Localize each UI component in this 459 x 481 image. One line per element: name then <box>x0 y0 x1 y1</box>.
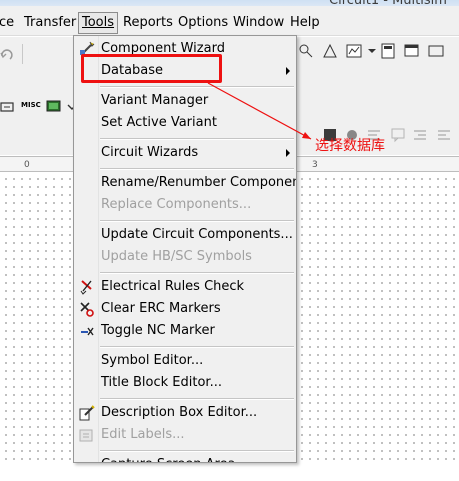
menu-separator <box>100 398 294 400</box>
edit-labels-icon <box>79 429 93 442</box>
misc-component-label[interactable]: MISC <box>21 101 41 109</box>
menu-item-edit-labels[interactable]: Edit Labels... <box>74 424 296 446</box>
menu-item-label: Capture Screen Area <box>101 454 236 462</box>
tools-dropdown-menu: Component Wizard Database Variant Manage… <box>73 35 297 463</box>
ruler-mark-3: 3 <box>312 160 318 170</box>
menu-item-label: Variant Manager <box>101 93 209 108</box>
monitor-icon[interactable] <box>46 99 62 115</box>
rectangle-icon[interactable] <box>428 43 444 59</box>
menu-options-label: Options <box>178 15 229 30</box>
menu-separator <box>100 450 294 452</box>
menu-item-label: Update HB/SC Symbols <box>101 249 252 264</box>
submenu-arrow-icon <box>286 149 290 157</box>
calculator-icon[interactable] <box>380 43 396 59</box>
menu-item-label: Title Block Editor... <box>101 375 222 390</box>
menu-item-label: Toggle NC Marker <box>101 323 215 338</box>
menu-window-label: Window <box>233 15 285 30</box>
dropdown-arrow-icon[interactable] <box>364 43 380 59</box>
menu-reports-label: Reports <box>123 15 173 30</box>
menu-item-label: Set Active Variant <box>101 115 217 130</box>
menu-reports[interactable]: Reports <box>123 15 173 31</box>
submenu-arrow-icon <box>286 67 290 75</box>
menu-separator <box>100 272 294 274</box>
menu-item-update-circuit-components[interactable]: Update Circuit Components... <box>74 224 296 246</box>
menu-item-capture-screen-area[interactable]: Capture Screen Area <box>74 454 296 462</box>
description-box-icon <box>79 405 95 421</box>
menu-window[interactable]: Window <box>233 15 284 31</box>
erc-check-icon <box>80 280 92 295</box>
menu-transfer[interactable]: Transfer <box>24 15 76 31</box>
comment-icon <box>391 128 405 143</box>
menu-bar: ce Transfer Tools Reports Options Window… <box>0 6 459 36</box>
menu-tools-label: Tools <box>82 15 115 30</box>
menu-item-update-hb-sc-symbols[interactable]: Update HB/SC Symbols <box>74 246 296 268</box>
toolbar-separator <box>22 44 23 64</box>
redo-icon[interactable] <box>0 46 16 62</box>
menu-separator <box>100 168 294 170</box>
menu-options[interactable]: Options <box>178 15 228 31</box>
graph-icon[interactable] <box>298 43 314 59</box>
menu-item-toggle-nc-marker[interactable]: Toggle NC Marker <box>74 320 296 342</box>
menu-item-variant-manager[interactable]: Variant Manager <box>74 90 296 112</box>
menu-item-label: Description Box Editor... <box>101 405 258 420</box>
menu-item-label: Update Circuit Components... <box>101 227 293 242</box>
menu-help[interactable]: Help <box>290 15 320 31</box>
indent-icon <box>414 130 426 140</box>
menu-item-description-box-editor[interactable]: Description Box Editor... <box>74 402 296 424</box>
menu-item-label: Replace Components... <box>101 197 252 212</box>
menu-separator <box>100 220 294 222</box>
ruler-mark-0: 0 <box>24 160 30 170</box>
nc-marker-icon <box>81 327 94 336</box>
window-icon[interactable] <box>404 43 420 59</box>
menu-item-circuit-wizards[interactable]: Circuit Wizards <box>74 142 296 164</box>
menu-place[interactable]: ce <box>0 15 14 31</box>
menu-help-label: Help <box>290 15 320 30</box>
menu-separator <box>100 138 294 140</box>
menu-separator <box>100 86 294 88</box>
annotation-label: 选择数据库 <box>315 138 385 154</box>
menu-item-label: Clear ERC Markers <box>101 301 221 316</box>
menu-item-symbol-editor[interactable]: Symbol Editor... <box>74 350 296 372</box>
menu-item-electrical-rules-check[interactable]: Electrical Rules Check <box>74 276 296 298</box>
menu-transfer-label: Transfer <box>24 15 77 30</box>
grapher-icon[interactable] <box>346 43 362 59</box>
menu-item-label: Circuit Wizards <box>101 145 199 160</box>
menu-separator <box>100 346 294 348</box>
clear-erc-icon <box>80 302 94 317</box>
menu-item-replace-components[interactable]: Replace Components... <box>74 194 296 216</box>
menu-tools[interactable]: Tools <box>78 12 119 34</box>
menu-item-title-block-editor[interactable]: Title Block Editor... <box>74 372 296 394</box>
postprocessor-icon[interactable] <box>322 43 338 59</box>
bottom-margin <box>0 463 459 481</box>
outdent-icon <box>438 130 450 140</box>
menu-item-label: Electrical Rules Check <box>101 279 245 294</box>
menu-item-rename-renumber[interactable]: Rename/Renumber Components <box>74 172 296 194</box>
probe-icon[interactable] <box>0 99 16 115</box>
menu-item-clear-erc-markers[interactable]: Clear ERC Markers <box>74 298 296 320</box>
menu-item-label: Symbol Editor... <box>101 353 204 368</box>
menu-item-set-active-variant[interactable]: Set Active Variant <box>74 112 296 134</box>
menu-item-label: Rename/Renumber Components <box>101 175 297 190</box>
menu-item-label: Edit Labels... <box>101 427 185 442</box>
database-highlight-box <box>81 54 222 83</box>
